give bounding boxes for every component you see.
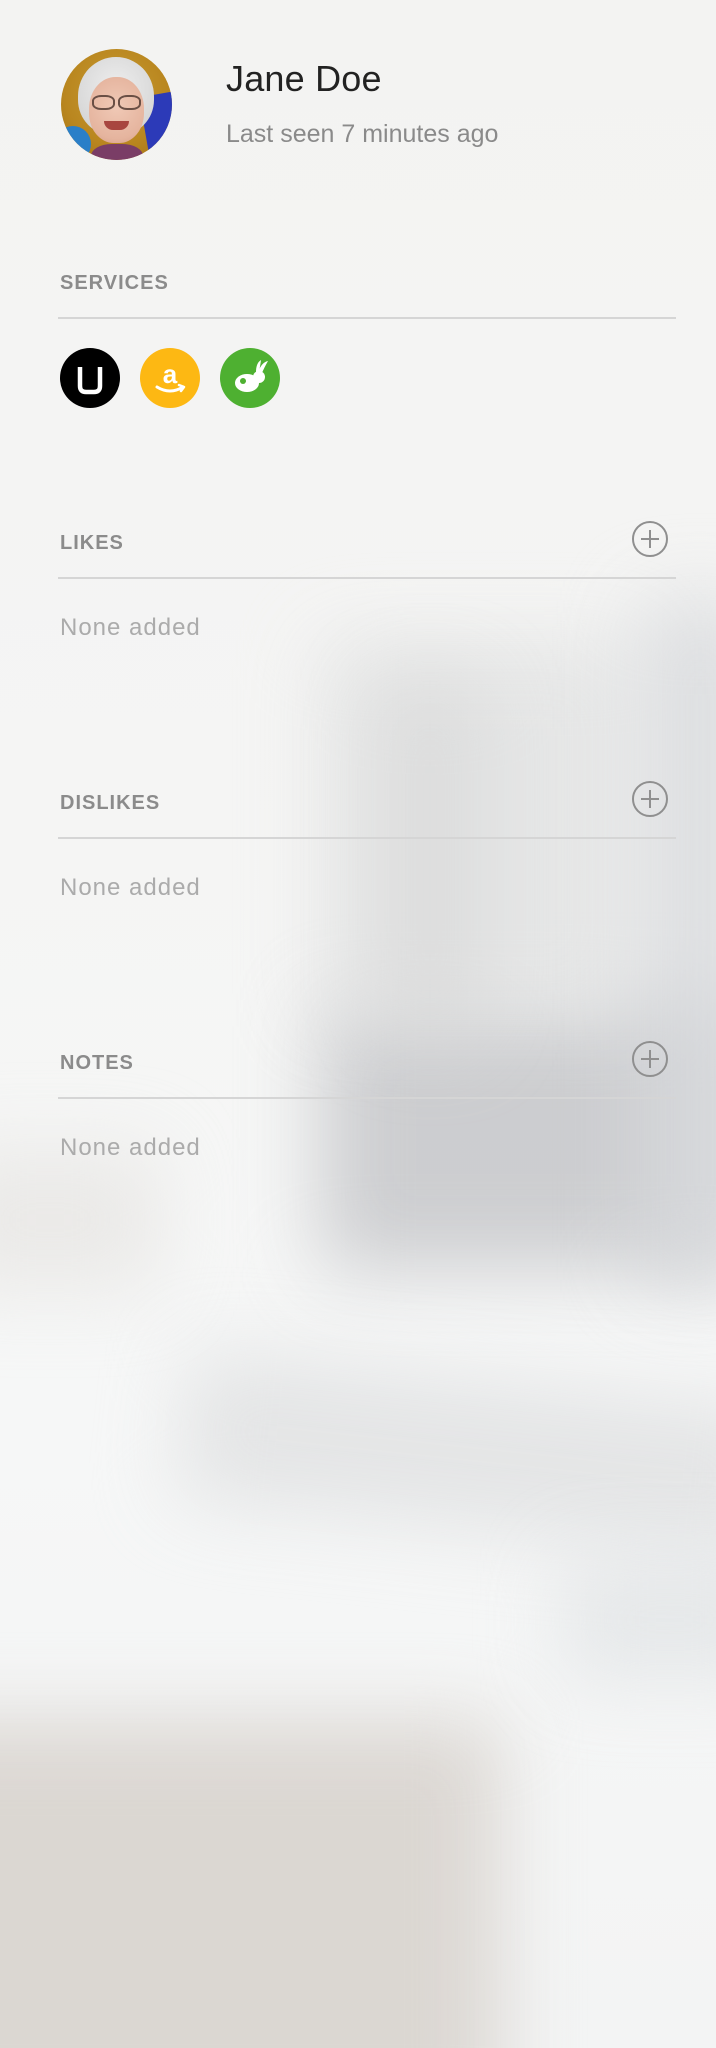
add-note-button[interactable] [632,1041,668,1077]
taskrabbit-icon[interactable] [220,348,280,408]
contact-name: Jane Doe [226,58,382,99]
avatar[interactable] [61,49,172,160]
services-heading: SERVICES [60,272,169,294]
likes-heading: LIKES [60,532,124,554]
uber-icon[interactable] [60,348,120,408]
dislikes-empty-text: None added [60,874,201,901]
svg-text:a: a [163,359,178,389]
notes-divider [58,1097,676,1099]
likes-divider [58,577,676,579]
contact-detail-panel: Jane Doe Last seen 7 minutes ago SERVICE… [0,0,716,2048]
dislikes-heading: DISLIKES [60,792,161,814]
amazon-icon[interactable]: a [140,348,200,408]
likes-empty-text: None added [60,614,201,641]
dislikes-divider [58,837,676,839]
add-like-button[interactable] [632,521,668,557]
notes-empty-text: None added [60,1134,201,1161]
add-dislike-button[interactable] [632,781,668,817]
last-seen-status: Last seen 7 minutes ago [226,120,499,148]
services-divider [58,317,676,319]
notes-heading: NOTES [60,1052,134,1074]
